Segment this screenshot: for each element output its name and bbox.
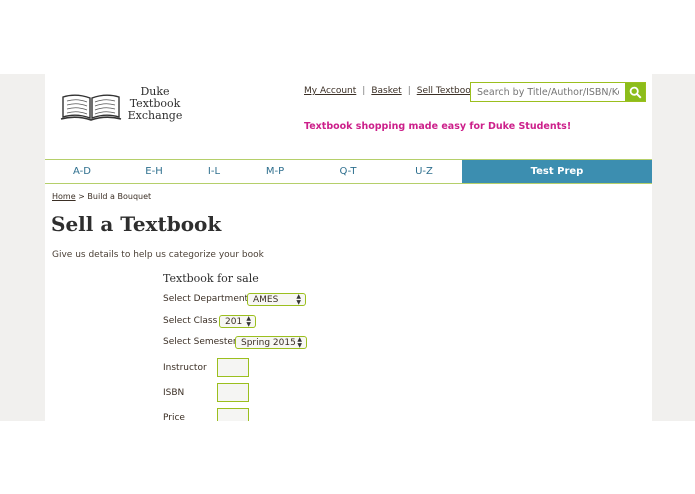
search-box: [470, 82, 646, 102]
page-title: Sell a Textbook: [51, 212, 222, 236]
class-select-value: 201: [225, 317, 243, 327]
nav-item-e-h[interactable]: E-H: [129, 160, 179, 183]
department-select[interactable]: AMES ▲ ▼: [247, 293, 306, 306]
logo-line: Exchange: [127, 109, 183, 122]
page-subtitle: Give us details to help us categorize yo…: [52, 250, 264, 260]
tagline: Textbook shopping made easy for Duke Stu…: [304, 121, 572, 132]
search-icon: [629, 86, 642, 99]
form-heading: Textbook for sale: [163, 272, 259, 285]
breadcrumb-home-link[interactable]: Home: [52, 192, 76, 201]
isbn-label: ISBN: [163, 388, 185, 398]
semester-select-value: Spring 2015: [241, 338, 296, 348]
breadcrumb-separator: >: [78, 192, 85, 201]
link-separator: |: [407, 86, 411, 96]
department-select-value: AMES: [253, 295, 279, 305]
breadcrumb: Home > Build a Bouquet: [52, 192, 151, 201]
account-links: My Account | Basket | Sell Textbooks: [304, 86, 481, 96]
nav-item-u-z[interactable]: U-Z: [399, 160, 449, 183]
class-label: Select Class: [163, 316, 218, 326]
site-logo[interactable]: Duke Textbook Exchange: [60, 86, 182, 126]
price-input[interactable]: [217, 408, 249, 421]
class-select[interactable]: 201 ▲ ▼: [219, 315, 256, 328]
select-arrows-icon: ▲ ▼: [246, 314, 251, 328]
price-label: Price: [163, 413, 185, 421]
breadcrumb-current: Build a Bouquet: [87, 192, 152, 201]
nav-item-test-prep[interactable]: Test Prep: [462, 160, 652, 183]
logo-text: Duke Textbook Exchange: [122, 86, 188, 122]
nav-item-q-t[interactable]: Q-T: [323, 160, 373, 183]
isbn-input[interactable]: [217, 383, 249, 402]
semester-select[interactable]: Spring 2015 ▲ ▼: [235, 336, 307, 349]
link-separator: |: [362, 86, 366, 96]
nav-item-a-d[interactable]: A-D: [57, 160, 107, 183]
basket-link[interactable]: Basket: [371, 86, 401, 96]
my-account-link[interactable]: My Account: [304, 86, 356, 96]
select-arrows-icon: ▲ ▼: [297, 335, 302, 349]
alphabet-nav: A-D E-H I-L M-P Q-T U-Z Test Prep: [45, 159, 652, 184]
search-button[interactable]: [625, 83, 645, 101]
open-book-icon: [60, 94, 122, 121]
semester-label: Select Semester: [163, 337, 237, 347]
instructor-label: Instructor: [163, 363, 207, 373]
page-background: Duke Textbook Exchange My Account | Basket…: [0, 74, 695, 421]
instructor-input[interactable]: [217, 358, 249, 377]
nav-item-m-p[interactable]: M-P: [250, 160, 300, 183]
nav-item-i-l[interactable]: I-L: [189, 160, 239, 183]
select-arrows-icon: ▲ ▼: [296, 292, 301, 306]
page-container: Duke Textbook Exchange My Account | Basket…: [45, 74, 652, 421]
department-label: Select Department: [163, 294, 249, 304]
search-input[interactable]: [471, 83, 625, 101]
